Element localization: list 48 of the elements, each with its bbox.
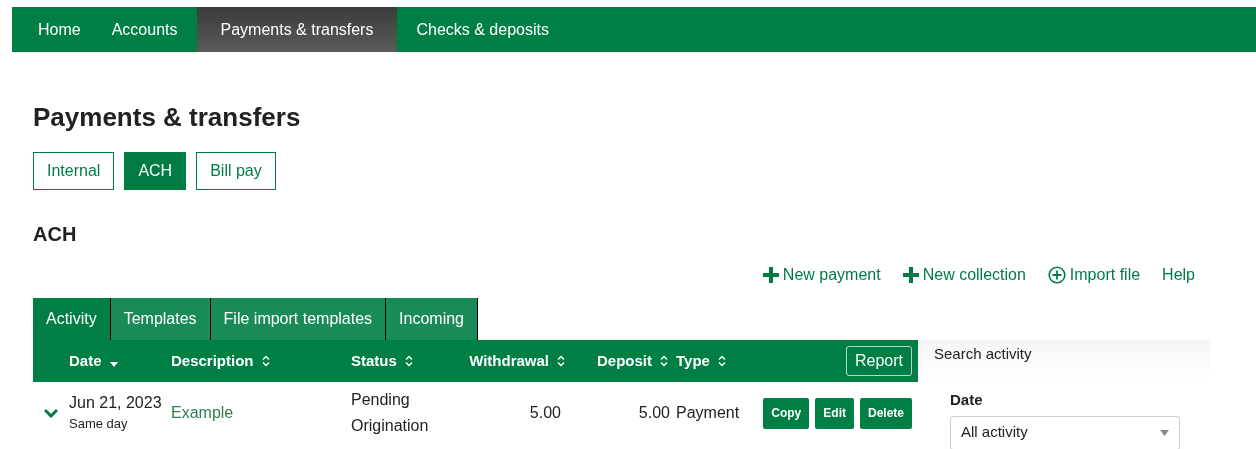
- column-header[interactable]: Type: [676, 349, 710, 373]
- date-text: Jun 21, 2023: [69, 393, 163, 413]
- tab[interactable]: Incoming: [386, 298, 478, 340]
- action-link[interactable]: New collection: [902, 263, 1026, 287]
- action-link[interactable]: Import file: [1047, 263, 1141, 287]
- timing-text: Same day: [69, 415, 129, 433]
- section-button[interactable]: ACH: [124, 152, 187, 190]
- row-action-button[interactable]: Edit: [815, 397, 854, 429]
- sort-icon: [557, 355, 565, 367]
- plus-icon: [762, 267, 779, 283]
- search-title: Search activity: [934, 345, 1032, 362]
- section-title: ACH: [33, 222, 78, 246]
- withdrawal-amount: 5.00: [529, 403, 561, 423]
- sort-icon: [404, 355, 413, 367]
- section-button[interactable]: Bill pay: [196, 152, 276, 190]
- report-button[interactable]: Report: [845, 346, 912, 376]
- column-header[interactable]: Deposit: [597, 349, 652, 373]
- column-header[interactable]: Withdrawal: [469, 349, 549, 373]
- column-header[interactable]: Date: [69, 349, 102, 373]
- row-action-button[interactable]: Delete: [859, 397, 912, 429]
- deposit-amount: 5.00: [638, 403, 670, 423]
- row-action-button[interactable]: Copy: [763, 397, 810, 429]
- tab[interactable]: Activity: [33, 298, 111, 340]
- sort-icon: [717, 355, 726, 367]
- nav-item[interactable]: Checks & deposits: [404, 7, 561, 52]
- sort-icon: [660, 355, 668, 367]
- page-title: Payments & transfers: [33, 102, 302, 132]
- chevron-down-icon[interactable]: [44, 408, 58, 418]
- date-select[interactable]: All activity: [950, 415, 1180, 449]
- nav-item[interactable]: Home: [26, 7, 93, 52]
- status-text: Pending Origination: [351, 390, 430, 436]
- circle-plus-icon: [1047, 266, 1066, 284]
- column-header[interactable]: Description: [171, 349, 254, 373]
- type-text: Payment: [676, 404, 740, 421]
- nav-item[interactable]: Accounts: [99, 7, 190, 52]
- section-button[interactable]: Internal: [33, 152, 115, 190]
- action-link[interactable]: Help: [1162, 263, 1195, 287]
- action-link[interactable]: New payment: [762, 263, 881, 287]
- sort-icon: [261, 355, 270, 367]
- plus-icon: [902, 267, 919, 283]
- dropdown-caret-icon: [1160, 429, 1169, 436]
- description-link[interactable]: Example: [171, 404, 234, 421]
- column-header[interactable]: Status: [351, 349, 397, 373]
- tab[interactable]: File import templates: [210, 298, 387, 340]
- date-label: Date: [950, 390, 984, 410]
- sort-descending-icon: [109, 362, 118, 368]
- tab[interactable]: Templates: [110, 298, 211, 340]
- nav-item[interactable]: Payments & transfers: [196, 7, 398, 52]
